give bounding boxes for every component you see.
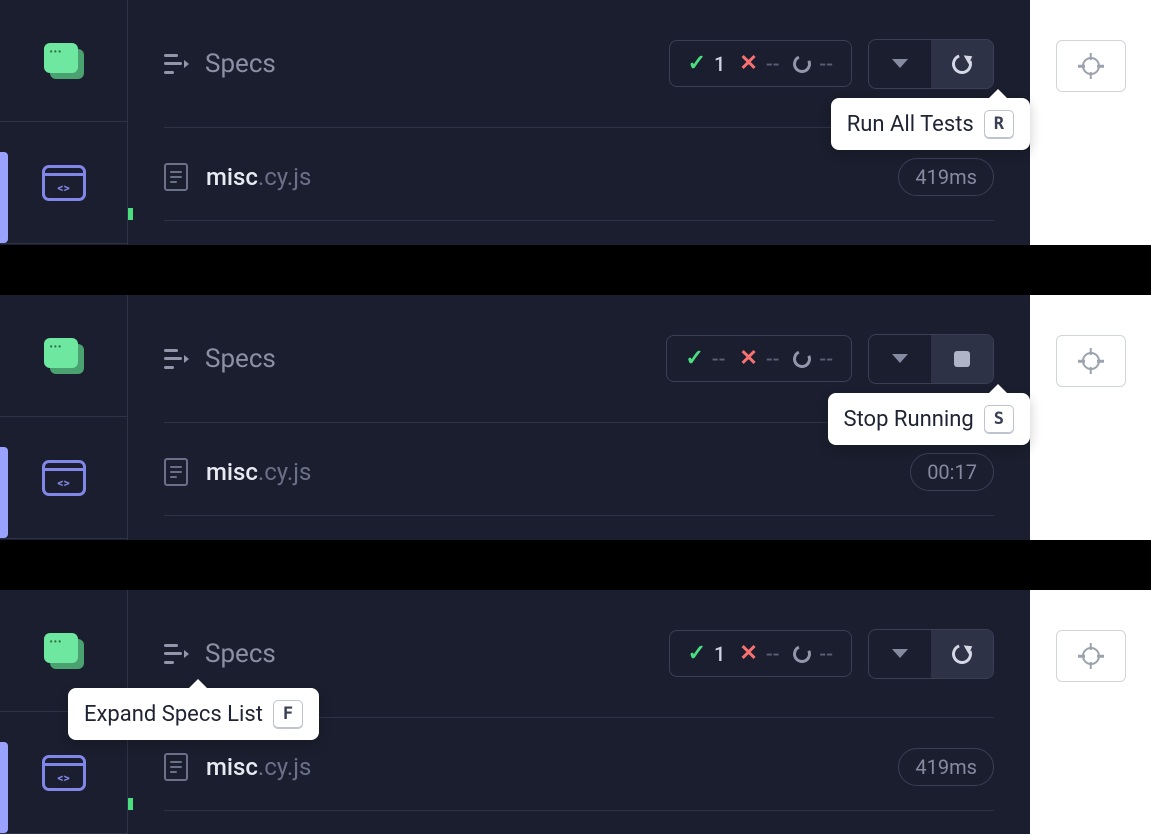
right-column <box>1030 0 1151 245</box>
spec-filename: misc.cy.js <box>206 753 311 781</box>
test-stats: ✓1 ✕-- -- <box>669 40 852 87</box>
expand-specs-icon[interactable] <box>164 349 189 369</box>
test-stats: ✓1 ✕-- -- <box>669 630 852 677</box>
pending-icon <box>791 52 814 75</box>
stat-failed: ✕-- <box>739 51 779 76</box>
right-column <box>1030 590 1151 834</box>
cypress-panel-run-all: ••• <> Specs ✓1 ✕-- -- mi <box>0 0 1151 245</box>
run-controls <box>868 334 994 384</box>
chevron-down-icon <box>892 354 908 363</box>
spec-duration: 419ms <box>898 158 994 196</box>
reload-icon <box>949 50 976 77</box>
chevron-down-icon <box>892 649 908 658</box>
stat-failed: ✕-- <box>739 641 779 666</box>
specs-title[interactable]: Specs <box>205 344 276 374</box>
x-icon: ✕ <box>739 641 757 666</box>
tooltip-text: Expand Specs List <box>84 702 263 727</box>
sidebar-item-app[interactable]: ••• <box>0 0 128 122</box>
spec-duration: 00:17 <box>910 453 994 491</box>
check-icon: ✓ <box>688 641 706 666</box>
chevron-down-icon <box>892 59 908 68</box>
app-icon: ••• <box>44 43 84 79</box>
main-content: Specs ✓1 ✕-- -- misc.cy.js 419ms Run All… <box>128 0 1030 245</box>
specs-title[interactable]: Specs <box>205 639 276 669</box>
sidebar-item-specs[interactable]: <> <box>0 122 128 244</box>
file-icon <box>164 458 188 486</box>
collapse-button[interactable] <box>869 335 931 383</box>
collapse-button[interactable] <box>869 630 931 678</box>
stat-passed: ✓1 <box>688 51 726 76</box>
pass-marker <box>128 208 133 220</box>
specs-title[interactable]: Specs <box>205 49 276 79</box>
selector-playground-button[interactable] <box>1056 40 1126 92</box>
cypress-panel-stop: ••• <> Specs ✓-- ✕-- -- misc.cy.js <box>0 295 1151 540</box>
test-stats: ✓-- ✕-- -- <box>666 335 852 382</box>
spec-duration: 419ms <box>898 748 994 786</box>
crosshair-icon <box>1079 54 1103 78</box>
file-icon <box>164 753 188 781</box>
browser-icon: <> <box>42 165 86 201</box>
sidebar-item-specs[interactable]: <> <box>0 417 128 539</box>
crosshair-icon <box>1079 644 1103 668</box>
selector-playground-button[interactable] <box>1056 335 1126 387</box>
pending-icon <box>791 642 814 665</box>
tooltip-text: Stop Running <box>844 407 974 432</box>
stop-icon <box>954 351 970 367</box>
run-all-button[interactable] <box>931 630 993 678</box>
stat-passed: ✓1 <box>688 641 726 666</box>
selector-playground-button[interactable] <box>1056 630 1126 682</box>
tooltip-key: S <box>984 405 1014 433</box>
right-column <box>1030 295 1151 540</box>
browser-icon: <> <box>42 755 86 791</box>
sidebar: ••• <> <box>0 0 128 245</box>
spec-filename: misc.cy.js <box>206 458 311 486</box>
collapse-button[interactable] <box>869 40 931 88</box>
crosshair-icon <box>1079 349 1103 373</box>
cypress-panel-expand: ••• <> Specs ✓1 ✕-- -- misc.cy.j <box>0 590 1151 834</box>
x-icon: ✕ <box>739 51 757 76</box>
app-icon: ••• <box>44 338 84 374</box>
tooltip-stop-running: Stop Running S <box>828 393 1031 445</box>
main-content: Specs ✓-- ✕-- -- misc.cy.js 00:17 Stop R… <box>128 295 1030 540</box>
stat-pending: -- <box>793 347 833 371</box>
run-all-button[interactable] <box>931 40 993 88</box>
stat-pending: -- <box>793 642 833 666</box>
pending-icon <box>791 347 814 370</box>
expand-specs-icon[interactable] <box>164 644 189 664</box>
x-icon: ✕ <box>739 346 757 371</box>
browser-icon: <> <box>42 460 86 496</box>
tooltip-run-all: Run All Tests R <box>831 98 1030 150</box>
spec-filename: misc.cy.js <box>206 163 311 191</box>
stop-button[interactable] <box>931 335 993 383</box>
tooltip-expand-specs: Expand Specs List F <box>68 688 319 740</box>
main-content: Specs ✓1 ✕-- -- misc.cy.js 419ms Expand … <box>128 590 1030 834</box>
app-icon: ••• <box>44 633 84 669</box>
run-controls <box>868 39 994 89</box>
stat-pending: -- <box>793 52 833 76</box>
stat-passed: ✓-- <box>685 346 725 371</box>
check-icon: ✓ <box>688 51 706 76</box>
check-icon: ✓ <box>685 346 703 371</box>
pass-marker <box>128 798 133 810</box>
tooltip-text: Run All Tests <box>847 112 974 137</box>
sidebar: ••• <> <box>0 295 128 540</box>
stat-failed: ✕-- <box>739 346 779 371</box>
expand-specs-icon[interactable] <box>164 54 189 74</box>
file-icon <box>164 163 188 191</box>
reload-icon <box>949 640 976 667</box>
sidebar-item-app[interactable]: ••• <box>0 295 128 417</box>
run-controls <box>868 629 994 679</box>
tooltip-key: R <box>984 110 1014 138</box>
tooltip-key: F <box>273 700 303 728</box>
